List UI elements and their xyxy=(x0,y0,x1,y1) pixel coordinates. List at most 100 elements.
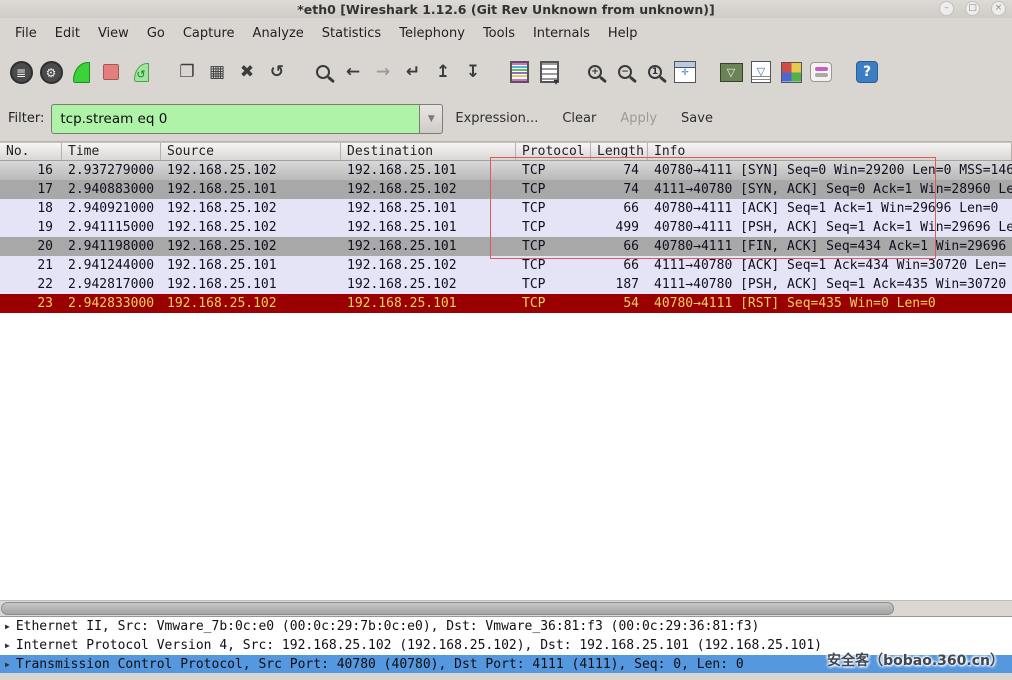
save-file-button[interactable]: ▦ xyxy=(202,57,232,87)
cell-no: 19 xyxy=(0,218,62,237)
clear-button[interactable]: Clear xyxy=(562,111,596,126)
restart-capture-button[interactable]: ↺ xyxy=(126,57,156,87)
cell-time: 2.940921000 xyxy=(62,199,161,218)
preferences-button[interactable] xyxy=(806,57,836,87)
detail-row-text: Ethernet II, Src: Vmware_7b:0c:e0 (00:0c… xyxy=(16,617,760,636)
zoom-out-icon: − xyxy=(618,65,632,79)
menu-item-internals[interactable]: Internals xyxy=(524,22,599,45)
cell-protocol: TCP xyxy=(516,237,591,256)
packet-row-22[interactable]: 222.942817000192.168.25.101192.168.25.10… xyxy=(0,275,1012,294)
watermark-text: 安全客（bobao.360.cn） xyxy=(827,650,1004,670)
packet-row-18[interactable]: 182.940921000192.168.25.102192.168.25.10… xyxy=(0,199,1012,218)
capture-options-button[interactable]: ⚙ xyxy=(36,57,66,87)
display-filters-button[interactable]: ▽ xyxy=(746,57,776,87)
colorize-list-button[interactable] xyxy=(504,57,534,87)
horizontal-scrollbar[interactable] xyxy=(0,600,1012,616)
packet-list-rows: 162.937279000192.168.25.102192.168.25.10… xyxy=(0,161,1012,313)
help-button[interactable]: ? xyxy=(852,57,882,87)
close-button[interactable]: × xyxy=(991,1,1006,16)
column-header-destination[interactable]: Destination xyxy=(341,143,516,160)
list-interfaces-button[interactable]: ≣ xyxy=(6,57,36,87)
start-capture-icon xyxy=(73,62,90,83)
menu-item-help[interactable]: Help xyxy=(599,22,647,45)
zoom-out-button[interactable]: − xyxy=(610,57,640,87)
cell-protocol: TCP xyxy=(516,294,591,313)
menu-item-view[interactable]: View xyxy=(89,22,138,45)
reload-button[interactable]: ↺ xyxy=(262,57,292,87)
packet-row-19[interactable]: 192.941115000192.168.25.102192.168.25.10… xyxy=(0,218,1012,237)
menu-item-edit[interactable]: Edit xyxy=(46,22,89,45)
menu-item-analyze[interactable]: Analyze xyxy=(244,22,313,45)
window-controls: –□ × xyxy=(939,1,1006,16)
go-to-bottom-button[interactable]: ↧ xyxy=(458,57,488,87)
cell-destination: 192.168.25.102 xyxy=(341,180,516,199)
stop-capture-button[interactable] xyxy=(96,57,126,87)
cell-time: 2.941115000 xyxy=(62,218,161,237)
packet-row-16[interactable]: 162.937279000192.168.25.102192.168.25.10… xyxy=(0,161,1012,180)
capture-filters-button[interactable]: ▽ xyxy=(716,57,746,87)
menu-item-file[interactable]: File xyxy=(6,22,46,45)
go-back-button[interactable]: ← xyxy=(338,57,368,87)
open-file-button[interactable]: ❐ xyxy=(172,57,202,87)
cell-length: 66 xyxy=(591,256,648,275)
expander-icon[interactable]: ▶ xyxy=(5,655,10,674)
go-to-packet-button[interactable]: ↵ xyxy=(398,57,428,87)
column-header-time[interactable]: Time xyxy=(62,143,161,160)
cell-protocol: TCP xyxy=(516,218,591,237)
find-packet-icon xyxy=(316,65,330,79)
expression-button[interactable]: Expression... xyxy=(455,111,538,126)
go-forward-button[interactable]: → xyxy=(368,57,398,87)
expander-icon[interactable]: ▶ xyxy=(5,636,10,655)
cell-no: 18 xyxy=(0,199,62,218)
maximize-button[interactable]: □ xyxy=(965,1,980,16)
close-file-button[interactable]: ✖ xyxy=(232,57,262,87)
cell-time: 2.940883000 xyxy=(62,180,161,199)
cell-no: 16 xyxy=(0,161,62,180)
packet-row-23[interactable]: 232.942833000192.168.25.102192.168.25.10… xyxy=(0,294,1012,313)
cell-info: 40780→4111 [SYN] Seq=0 Win=29200 Len=0 M… xyxy=(648,161,1012,180)
zoom-100-button[interactable]: 1 xyxy=(640,57,670,87)
cell-time: 2.941198000 xyxy=(62,237,161,256)
resize-columns-button[interactable]: ✛ xyxy=(670,57,700,87)
go-forward-icon: → xyxy=(376,62,390,82)
auto-scroll-button[interactable] xyxy=(534,57,564,87)
go-to-top-button[interactable]: ↥ xyxy=(428,57,458,87)
menu-item-statistics[interactable]: Statistics xyxy=(313,22,390,45)
minimize-button[interactable]: – xyxy=(939,1,954,16)
go-to-packet-icon: ↵ xyxy=(406,62,420,82)
horizontal-scrollbar-thumb[interactable] xyxy=(1,602,894,615)
expander-icon[interactable]: ▶ xyxy=(5,617,10,636)
menu-item-telephony[interactable]: Telephony xyxy=(390,22,474,45)
menu-item-go[interactable]: Go xyxy=(138,22,174,45)
filter-actions: Expression... Clear Apply Save xyxy=(455,111,713,126)
wireshark-window: *eth0 [Wireshark 1.12.6 (Git Rev Unknown… xyxy=(0,0,1012,680)
filter-input[interactable] xyxy=(51,104,419,134)
cell-info: 4111→40780 [SYN, ACK] Seq=0 Ack=1 Win=28… xyxy=(648,180,1012,199)
cell-source: 192.168.25.102 xyxy=(161,218,341,237)
packet-row-20[interactable]: 202.941198000192.168.25.102192.168.25.10… xyxy=(0,237,1012,256)
start-capture-button[interactable] xyxy=(66,57,96,87)
cell-info: 4111→40780 [ACK] Seq=1 Ack=434 Win=30720… xyxy=(648,256,1012,275)
cell-destination: 192.168.25.101 xyxy=(341,199,516,218)
detail-row-0[interactable]: ▶ Ethernet II, Src: Vmware_7b:0c:e0 (00:0… xyxy=(0,617,1012,636)
packet-row-17[interactable]: 172.940883000192.168.25.101192.168.25.10… xyxy=(0,180,1012,199)
cell-destination: 192.168.25.101 xyxy=(341,237,516,256)
find-packet-button[interactable] xyxy=(308,57,338,87)
coloring-rules-button[interactable] xyxy=(776,57,806,87)
menu-item-tools[interactable]: Tools xyxy=(474,22,524,45)
cell-protocol: TCP xyxy=(516,256,591,275)
filter-dropdown-button[interactable]: ▼ xyxy=(419,104,443,134)
packet-row-21[interactable]: 212.941244000192.168.25.101192.168.25.10… xyxy=(0,256,1012,275)
apply-button[interactable]: Apply xyxy=(620,111,657,126)
cell-info: 40780→4111 [RST] Seq=435 Win=0 Len=0 xyxy=(648,294,1012,313)
column-header-protocol[interactable]: Protocol xyxy=(516,143,591,160)
save-filter-button[interactable]: Save xyxy=(681,111,713,126)
cell-source: 192.168.25.102 xyxy=(161,237,341,256)
filter-bar: Filter: ▼ Expression...ClearApplySave xyxy=(0,96,1012,142)
column-header-source[interactable]: Source xyxy=(161,143,341,160)
zoom-in-button[interactable]: + xyxy=(580,57,610,87)
menu-item-capture[interactable]: Capture xyxy=(174,22,244,45)
column-header-info[interactable]: Info xyxy=(648,143,1012,160)
column-header-no[interactable]: No. xyxy=(0,143,62,160)
column-header-length[interactable]: Length xyxy=(591,143,648,160)
